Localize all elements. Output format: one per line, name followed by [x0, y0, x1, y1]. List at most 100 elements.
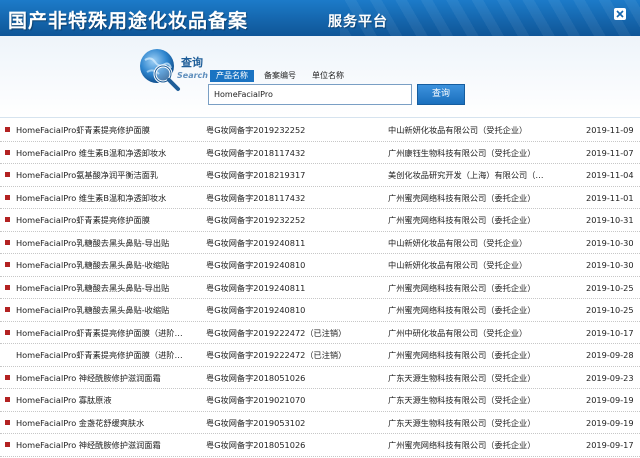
company-name: 广州蜜壳网络科技有限公司（委托企业）	[388, 215, 536, 225]
record-date: 2019-11-04	[586, 170, 634, 180]
company-name: 广州蜜壳网络科技有限公司（委托企业）	[388, 282, 536, 293]
bullet-icon	[5, 419, 10, 425]
product-name-link[interactable]: HomeFacialPro 寡肽原液	[16, 394, 201, 406]
record-number: 粤G妆网备字2018051026	[206, 372, 306, 383]
company-name: 广州康钰生物科技有限公司（受托企业）	[388, 147, 536, 158]
search-logo-subtext: Search	[177, 71, 208, 80]
result-row[interactable]: HomeFacialPro 神经酰胺修护滋润面霜 粤G妆网备字2018051026…	[0, 367, 640, 389]
company-name: 广东天源生物科技有限公司（受托企业）	[388, 417, 536, 428]
company-name: 广东天源生物科技有限公司（受托企业）	[388, 372, 536, 383]
result-row[interactable]: HomeFacialPro虾青素提亮修护面膜（进阶… 粤G妆网备字20192224…	[0, 322, 640, 344]
tab-record-number[interactable]: 备案编号	[258, 70, 302, 82]
bullet-icon	[5, 442, 10, 447]
record-number: 粤G妆网备字2019240810	[206, 260, 306, 270]
record-date: 2019-09-19	[586, 417, 634, 428]
bullet-icon	[5, 149, 10, 155]
bullet-icon	[5, 352, 10, 357]
record-date: 2019-10-30	[586, 260, 634, 270]
bullet-icon	[5, 397, 10, 402]
record-number: 粤G妆网备字2019222472（已注销）	[206, 350, 347, 360]
result-row[interactable]: HomeFacialPro氨基酸净润平衡洁面乳 粤G妆网备字2018219317 美…	[0, 164, 640, 187]
company-name: 广州蜜壳网络科技有限公司（委托企业）	[388, 350, 536, 360]
product-name-link[interactable]: HomeFacialPro虾青素提亮修护面膜（进阶…	[16, 349, 201, 361]
company-name: 美创化妆品研究开发（上海）有限公司（…	[388, 170, 544, 180]
record-number: 粤G妆网备字2019240811	[206, 282, 306, 293]
result-row[interactable]: HomeFacialPro乳糖酸去黑头鼻贴-收缩贴 粤G妆网备字201924081…	[0, 299, 640, 322]
search-input[interactable]: HomeFacialPro	[208, 84, 412, 105]
record-date: 2019-10-25	[586, 305, 634, 315]
product-name-link[interactable]: HomeFacialPro 维生素B温和净透卸妆水	[16, 147, 201, 159]
record-number: 粤G妆网备字2019053102	[206, 417, 306, 428]
search-tabs: 产品名称 备案编号 单位名称	[210, 70, 354, 82]
search-logo-text: 查询	[181, 56, 203, 69]
result-row[interactable]: HomeFacialPro乳糖酸去黑头鼻贴-收缩贴 粤G妆网备字201924081…	[0, 254, 640, 277]
record-number: 粤G妆网备字2019021070	[206, 395, 306, 405]
bullet-icon	[5, 284, 10, 290]
company-name: 广州中研化妆品有限公司（受托企业）	[388, 327, 528, 338]
bullet-icon	[5, 127, 10, 132]
record-date: 2019-11-09	[586, 125, 634, 135]
result-row[interactable]: HomeFacialPro乳糖酸去黑头鼻贴-导出贴 粤G妆网备字201924081…	[0, 232, 640, 254]
bullet-icon	[5, 307, 10, 312]
site-subtitle: 服务平台	[328, 14, 388, 30]
record-date: 2019-09-23	[586, 372, 634, 383]
record-number: 粤G妆网备字2018219317	[206, 170, 306, 180]
record-number: 粤G妆网备字2019240811	[206, 237, 306, 248]
record-date: 2019-10-31	[586, 215, 634, 225]
product-name-link[interactable]: HomeFacialPro氨基酸净润平衡洁面乳	[16, 169, 201, 181]
record-date: 2019-10-25	[586, 282, 634, 293]
record-date: 2019-11-07	[586, 147, 634, 158]
result-row[interactable]: HomeFacialPro 维生素B温和净透卸妆水 粤G妆网备字201811743…	[0, 142, 640, 164]
bullet-icon	[5, 262, 10, 267]
record-number: 粤G妆网备字2019240810	[206, 305, 306, 315]
result-row[interactable]: HomeFacialPro 寡肽原液 粤G妆网备字2019021070 广东天源生物…	[0, 389, 640, 412]
record-date: 2019-09-17	[586, 440, 634, 450]
record-date: 2019-10-30	[586, 237, 634, 248]
result-row[interactable]: HomeFacialPro虾青素提亮修护面膜 粤G妆网备字2019232252 中山…	[0, 119, 640, 142]
record-number: 粤G妆网备字2018117432	[206, 147, 306, 158]
globe-magnifier-icon	[140, 49, 180, 91]
bullet-icon	[5, 194, 10, 200]
record-number: 粤G妆网备字2019222472（已注销）	[206, 327, 347, 338]
product-name-link[interactable]: HomeFacialPro 维生素B温和净透卸妆水	[16, 192, 201, 204]
company-name: 广州蜜壳网络科技有限公司（委托企业）	[388, 192, 536, 203]
product-name-link[interactable]: HomeFacialPro虾青素提亮修护面膜	[16, 124, 201, 136]
tab-product-name[interactable]: 产品名称	[210, 70, 254, 82]
product-name-link[interactable]: HomeFacialPro虾青素提亮修护面膜	[16, 214, 201, 226]
bullet-icon	[5, 217, 10, 222]
product-name-link[interactable]: HomeFacialPro乳糖酸去黑头鼻贴-导出贴	[16, 237, 201, 249]
record-number: 粤G妆网备字2019232252	[206, 215, 306, 225]
product-name-link[interactable]: HomeFacialPro乳糖酸去黑头鼻贴-导出贴	[16, 282, 201, 294]
bullet-icon	[5, 239, 10, 245]
product-name-link[interactable]: HomeFacialPro 神经酰胺修护滋润面霜	[16, 372, 201, 384]
company-name: 广州蜜壳网络科技有限公司（委托企业）	[388, 305, 536, 315]
record-date: 2019-11-01	[586, 192, 634, 203]
site-title: 国产非特殊用途化妆品备案	[8, 10, 249, 32]
product-name-link[interactable]: HomeFacialPro乳糖酸去黑头鼻贴-收缩贴	[16, 304, 201, 316]
tab-company-name[interactable]: 单位名称	[306, 70, 350, 82]
close-icon[interactable]	[614, 8, 626, 20]
record-number: 粤G妆网备字2019232252	[206, 125, 306, 135]
result-row[interactable]: HomeFacialPro乳糖酸去黑头鼻贴-导出贴 粤G妆网备字201924081…	[0, 277, 640, 299]
company-name: 中山新妍化妆品有限公司（受托企业）	[388, 125, 528, 135]
product-name-link[interactable]: HomeFacialPro 神经酰胺修护滋润面霜	[16, 439, 201, 451]
result-row[interactable]: HomeFacialPro 金盏花舒缓爽肤水 粤G妆网备字2019053102 广东…	[0, 412, 640, 434]
bullet-icon	[5, 172, 10, 177]
bullet-icon	[5, 329, 10, 335]
result-row[interactable]: HomeFacialPro虾青素提亮修护面膜 粤G妆网备字2019232252 广州…	[0, 209, 640, 232]
record-number: 粤G妆网备字2018051026	[206, 440, 306, 450]
company-name: 中山新妍化妆品有限公司（受托企业）	[388, 260, 528, 270]
company-name: 广东天源生物科技有限公司（受托企业）	[388, 395, 536, 405]
result-row[interactable]: HomeFacialPro 维生素B温和净透卸妆水 粤G妆网备字201811743…	[0, 187, 640, 209]
record-number: 粤G妆网备字2018117432	[206, 192, 306, 203]
record-date: 2019-09-28	[586, 350, 634, 360]
result-row[interactable]: HomeFacialPro虾青素提亮修护面膜（进阶… 粤G妆网备字20192224…	[0, 344, 640, 367]
result-row[interactable]: HomeFacialPro 神经酰胺修护滋润面霜 粤G妆网备字2018051026…	[0, 434, 640, 457]
site-header: 国产非特殊用途化妆品备案 服务平台	[0, 0, 640, 36]
product-name-link[interactable]: HomeFacialPro虾青素提亮修护面膜（进阶…	[16, 327, 201, 339]
search-button[interactable]: 查询	[417, 84, 465, 105]
record-date: 2019-09-19	[586, 395, 634, 405]
product-name-link[interactable]: HomeFacialPro 金盏花舒缓爽肤水	[16, 417, 201, 429]
product-name-link[interactable]: HomeFacialPro乳糖酸去黑头鼻贴-收缩贴	[16, 259, 201, 271]
bullet-icon	[5, 374, 10, 380]
